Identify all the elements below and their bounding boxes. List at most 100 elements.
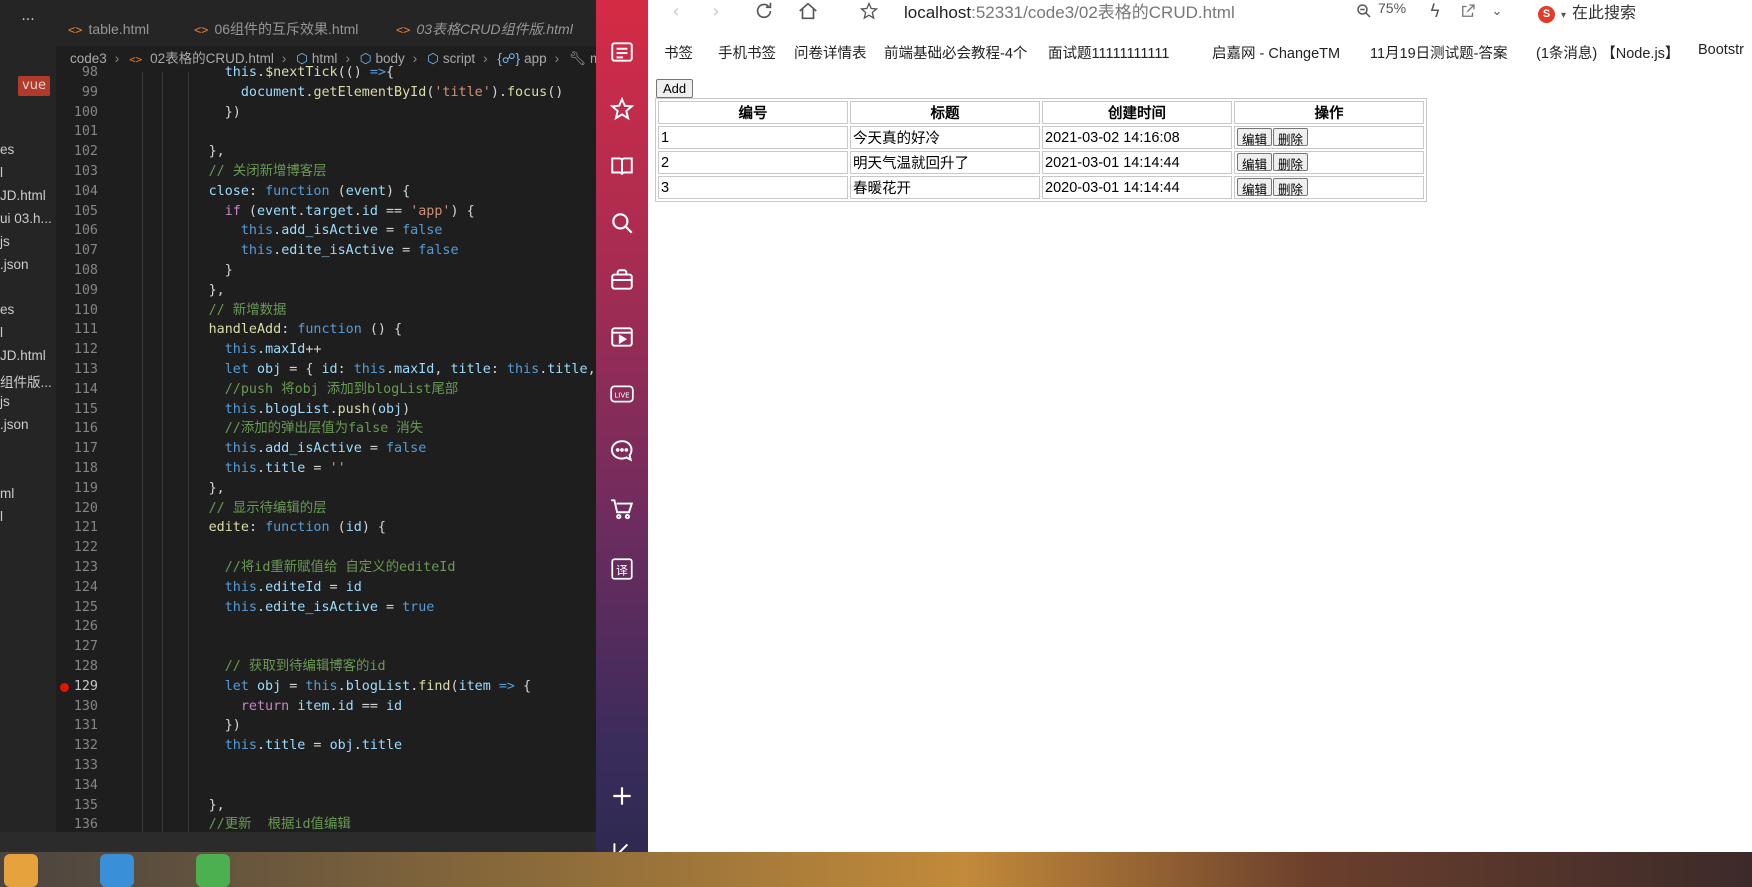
browser-window: ‹ › localhost:52331/code3/02表格的CRUD.html… [648, 0, 1752, 876]
address-bar[interactable]: localhost:52331/code3/02表格的CRUD.html [904, 0, 1235, 23]
briefcase-icon[interactable] [608, 266, 636, 294]
line-number: 113 [73, 362, 98, 377]
line-number: 116 [73, 421, 98, 437]
explorer-file[interactable]: js [0, 394, 10, 409]
edit-button[interactable]: 编辑 [1237, 152, 1273, 172]
row-created-time: 2021-03-01 14:14:44 [1042, 151, 1232, 174]
explorer-file[interactable]: .json [0, 257, 29, 272]
code-line: 120 // 显示待编辑的层 [56, 499, 596, 519]
line-number: 118 [73, 461, 98, 476]
explorer-file[interactable]: ml [0, 486, 14, 501]
forward-icon[interactable]: › [706, 0, 726, 22]
search-icon[interactable] [608, 209, 636, 237]
tab-crud-component-html[interactable]: <> 03表格CRUD组件版.html [396, 0, 573, 46]
favorites-star-icon[interactable] [608, 95, 636, 123]
refresh-icon[interactable] [752, 0, 776, 22]
live-icon[interactable]: LIVE [608, 380, 636, 408]
line-number: 109 [73, 282, 98, 298]
tab-label: 03表格CRUD组件版.html [416, 21, 573, 37]
explorer-file[interactable]: ui 03.h... [0, 211, 52, 226]
table-row: 1 今天真的好冷 2021-03-02 14:16:08 编辑 删除 [658, 126, 1424, 149]
desktop-app-icon[interactable] [196, 854, 230, 887]
code-line: 124 this.editeId = id [56, 578, 596, 598]
code-line: 116 //添加的弹出层值为false 消失 [56, 419, 596, 439]
code-text: let obj = { id: this.maxId, title: this.… [224, 362, 596, 377]
video-icon[interactable] [608, 323, 636, 351]
add-button[interactable]: Add [656, 79, 694, 98]
cart-icon[interactable] [608, 495, 636, 523]
bookmark-item[interactable]: 11月19日测试题-答案 [1370, 42, 1516, 63]
table-header-row: 编号 标题 创建时间 操作 [658, 101, 1424, 124]
code-line: 103 // 关闭新增博客层 [56, 162, 596, 182]
more-actions-icon[interactable]: ··· [0, 12, 56, 28]
line-number: 129 [73, 678, 98, 694]
vue-folder-badge[interactable]: vue [18, 76, 50, 96]
bookmark-item[interactable]: Bootstr [1698, 42, 1744, 58]
chevron-down-icon[interactable]: ⌄ [1488, 0, 1506, 22]
delete-button[interactable]: 删除 [1273, 152, 1309, 172]
url-path: :52331/code3/02表格的CRUD.html [971, 3, 1235, 22]
explorer-file[interactable]: es [0, 302, 14, 317]
back-icon[interactable]: ‹ [666, 0, 686, 22]
bookmark-item[interactable]: 书签 [664, 42, 693, 63]
tab-table-html[interactable]: <> table.html [68, 0, 149, 46]
editor-tab-bar: <> table.html <> 06组件的互斥效果.html <> 03表格CRUD… [56, 0, 596, 46]
explorer-file[interactable]: JD.html [0, 348, 46, 363]
delete-button[interactable]: 删除 [1273, 127, 1309, 147]
code-text: //添加的弹出层值为false 消失 [224, 421, 424, 437]
share-icon[interactable] [1458, 0, 1478, 22]
desktop-app-icon[interactable] [100, 854, 134, 887]
bookmark-item[interactable]: 问卷详情表 [794, 42, 867, 63]
code-line: 98 this.$nextTick(() =>{ [56, 63, 596, 83]
code-line: 99 document.getElementById('title').focu… [56, 83, 596, 103]
zoom-level[interactable]: 75% [1378, 0, 1406, 16]
zoom-icon[interactable] [1354, 0, 1374, 22]
explorer-file[interactable]: JD.html [0, 188, 46, 203]
code-text: // 新增数据 [208, 302, 287, 318]
code-text: }, [128, 480, 225, 496]
code-text: // 显示待编辑的层 [208, 500, 327, 516]
bookmark-item[interactable]: 面试题11111111111 [1048, 42, 1188, 63]
code-text: this.blogList.push(obj) [224, 401, 411, 417]
bookmark-item[interactable]: 前端基础必会教程-4个 [884, 42, 1030, 63]
edit-button[interactable]: 编辑 [1237, 127, 1273, 147]
tab-mutex-html[interactable]: <> 06组件的互斥效果.html [194, 0, 358, 46]
line-number: 120 [73, 500, 98, 516]
book-icon[interactable] [608, 152, 636, 180]
code-line: 133 [56, 756, 596, 776]
tab-label: table.html [88, 21, 150, 37]
code-text: }, [128, 797, 225, 813]
delete-button[interactable]: 删除 [1273, 177, 1309, 197]
code-text: //将id重新赋值给 自定义的editeId [224, 560, 456, 575]
explorer-file[interactable]: .json [0, 417, 29, 432]
explorer-file[interactable]: es [0, 142, 14, 157]
bookmark-item[interactable]: 手机书签 [718, 42, 776, 63]
bookmark-item[interactable]: 启嘉网 - ChangeTM [1212, 42, 1340, 63]
line-number: 119 [73, 480, 98, 496]
code-line: 101 [56, 122, 596, 142]
home-icon[interactable] [796, 0, 820, 22]
explorer-file[interactable]: js [0, 234, 10, 249]
desktop-app-icon[interactable] [4, 854, 38, 887]
bookmark-star-icon[interactable] [858, 0, 880, 22]
explorer-file[interactable]: 组件版... [0, 371, 52, 391]
row-actions: 编辑 删除 [1234, 126, 1424, 149]
edit-button[interactable]: 编辑 [1237, 177, 1273, 197]
explorer-file[interactable]: l [0, 165, 3, 180]
lightning-icon[interactable]: ϟ [1426, 0, 1444, 22]
table-row: 3 春暖花开 2020-03-01 14:14:44 编辑 删除 [658, 176, 1424, 199]
line-number: 99 [81, 84, 98, 100]
search-box[interactable]: S ▾ 在此搜索 [1538, 0, 1636, 23]
bookmark-item[interactable]: (1条消息) 【Node.js】 [1536, 42, 1672, 63]
code-line: 135 }, [56, 796, 596, 816]
code-editor[interactable]: 98 this.$nextTick(() =>{99 document.getE… [56, 65, 596, 832]
html-file-icon: <> [194, 23, 209, 37]
chat-icon[interactable] [608, 437, 636, 465]
page-content: Add 编号 标题 创建时间 操作 1 今天真的好冷 2021-03-02 14… [648, 76, 1752, 876]
reading-list-icon[interactable] [608, 38, 636, 66]
explorer-file[interactable]: l [0, 509, 3, 524]
explorer-file[interactable]: l [0, 325, 3, 340]
svg-text:LIVE: LIVE [614, 390, 629, 399]
translate-icon[interactable]: 译 [608, 555, 636, 583]
add-icon[interactable] [608, 782, 636, 810]
